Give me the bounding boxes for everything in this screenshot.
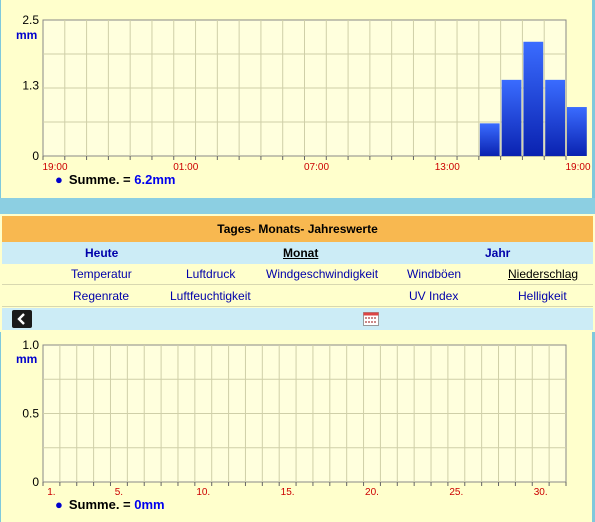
bottom-summary-value: 0mm bbox=[134, 497, 165, 512]
nav-header: Tages- Monats- Jahreswerte bbox=[2, 216, 593, 242]
x-tick-label: 01:00 bbox=[173, 162, 198, 173]
measure-links-row2: Regenrate Luftfeuchtigkeit UV Index Hell… bbox=[2, 286, 593, 307]
top-summary: ● Summe. = 6.2mm bbox=[55, 172, 175, 187]
y-tick-label: 1.3 bbox=[22, 78, 39, 92]
rain-bar bbox=[567, 107, 587, 156]
y-tick-label: 0 bbox=[32, 475, 39, 489]
x-tick-label: 15. bbox=[281, 487, 295, 498]
x-tick-label: 20. bbox=[365, 487, 379, 498]
link-helligkeit[interactable]: Helligkeit bbox=[518, 289, 567, 303]
link-regenrate[interactable]: Regenrate bbox=[73, 289, 129, 303]
bullet-icon: ● bbox=[55, 172, 63, 187]
top-summary-value: 6.2mm bbox=[134, 172, 176, 187]
link-niederschlag[interactable]: Niederschlag bbox=[508, 267, 578, 281]
top-summary-label: Summe. = bbox=[68, 172, 131, 187]
link-luftdruck[interactable]: Luftdruck bbox=[186, 267, 235, 281]
link-windgeschwindigkeit[interactable]: Windgeschwindigkeit bbox=[266, 267, 378, 281]
measure-links-row1: Temperatur Luftdruck Windgeschwindigkeit… bbox=[2, 264, 593, 285]
top-unit-label: mm bbox=[16, 28, 37, 42]
x-tick-label: 10. bbox=[196, 487, 210, 498]
panel-divider bbox=[0, 198, 595, 214]
y-tick-label: 0.5 bbox=[22, 407, 39, 421]
hourly-rain-panel: mm 2.5 1.3 0 19:00 01:00 07:00 13:00 19:00 ● Su… bbox=[0, 0, 595, 198]
rain-bar bbox=[523, 41, 544, 157]
tab-heute[interactable]: Heute bbox=[85, 246, 118, 260]
previous-button[interactable] bbox=[12, 310, 32, 328]
x-tick-label: 07:00 bbox=[304, 162, 329, 173]
tab-jahr[interactable]: Jahr bbox=[485, 246, 510, 260]
date-toolbar bbox=[2, 308, 593, 330]
x-tick-label: 30. bbox=[534, 487, 548, 498]
y-tick-label: 0 bbox=[32, 149, 39, 163]
bottom-summary: ● Summe. = 0mm bbox=[55, 497, 165, 512]
rain-bar bbox=[501, 79, 522, 156]
chevron-left-icon bbox=[17, 313, 25, 325]
period-tabs: Heute Monat Jahr bbox=[2, 242, 593, 264]
rain-bar bbox=[545, 79, 565, 156]
bottom-unit-label: mm bbox=[16, 352, 37, 366]
y-tick-label: 2.5 bbox=[22, 13, 39, 27]
link-uv-index[interactable]: UV Index bbox=[409, 289, 458, 303]
bullet-icon: ● bbox=[55, 497, 63, 512]
tab-monat[interactable]: Monat bbox=[283, 246, 318, 260]
x-tick-label: 19:00 bbox=[565, 162, 590, 173]
bottom-summary-label: Summe. = bbox=[68, 497, 131, 512]
y-tick-label: 1.0 bbox=[22, 338, 39, 352]
link-windboeen[interactable]: Windböen bbox=[407, 267, 461, 281]
daily-rain-panel: mm 1.0 0.5 0 1. 5. 10. 15. 20. 25. 30. ● Summe. =… bbox=[0, 332, 595, 522]
daily-rain-chart: mm 1.00.50 1. 5. 10. 15. 20. 25. 30. bbox=[16, 338, 567, 498]
x-tick-label: 25. bbox=[449, 487, 463, 498]
x-tick-label: 13:00 bbox=[435, 162, 460, 173]
hourly-rain-chart: mm 2.51.30 19:00 01:00 07:00 13:00 19:00 bbox=[16, 13, 591, 173]
rain-bar bbox=[479, 123, 500, 156]
link-temperatur[interactable]: Temperatur bbox=[71, 267, 132, 281]
navigation-panel: Tages- Monats- Jahreswerte Heute Monat J… bbox=[0, 214, 595, 332]
link-luftfeuchtigkeit[interactable]: Luftfeuchtigkeit bbox=[170, 289, 251, 303]
calendar-icon[interactable] bbox=[363, 312, 379, 326]
